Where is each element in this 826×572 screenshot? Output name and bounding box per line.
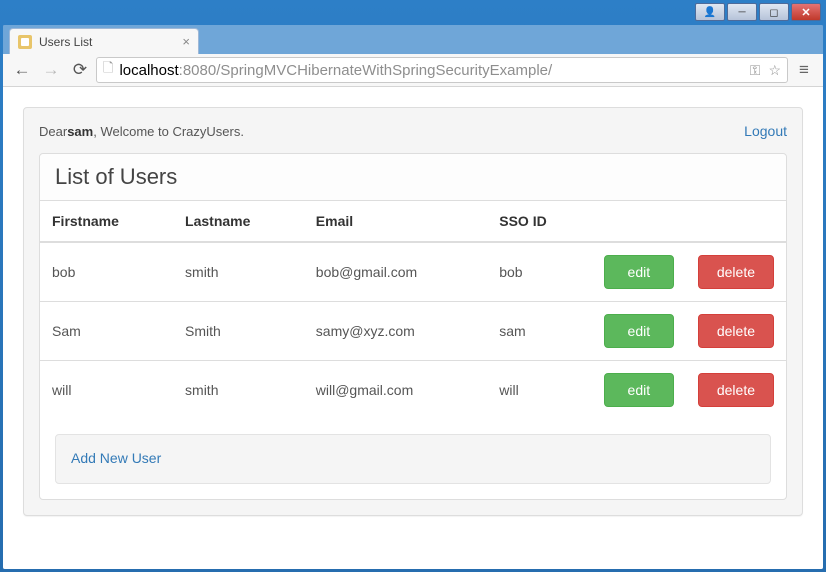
tab-title: Users List: [39, 35, 92, 49]
browser-tab[interactable]: Users List ×: [9, 28, 199, 54]
minimize-button[interactable]: [727, 3, 757, 21]
os-window: Users List × ← → ⟳ 🗋 localhost :8080 /Sp…: [0, 0, 826, 572]
user-switch-button[interactable]: [695, 3, 725, 21]
users-panel: List of Users Firstname Lastname Email S…: [39, 153, 787, 500]
logout-link[interactable]: Logout: [744, 123, 787, 139]
cell-ssoid: sam: [487, 302, 592, 361]
col-edit: [592, 201, 686, 242]
tab-strip: Users List ×: [3, 25, 823, 54]
edit-button[interactable]: edit: [604, 255, 674, 289]
outer-panel: Dear sam , Welcome to CrazyUsers. Logout…: [23, 107, 803, 516]
favicon-icon: [18, 35, 32, 49]
delete-button[interactable]: delete: [698, 314, 774, 348]
cell-firstname: will: [40, 361, 173, 420]
add-user-well: Add New User: [55, 434, 771, 484]
col-firstname: Firstname: [40, 201, 173, 242]
greeting-row: Dear sam , Welcome to CrazyUsers. Logout: [39, 123, 787, 139]
cell-email: bob@gmail.com: [304, 242, 487, 302]
delete-button[interactable]: delete: [698, 255, 774, 289]
hamburger-menu-icon[interactable]: ≡: [791, 60, 817, 80]
greeting-suffix: , Welcome to CrazyUsers.: [93, 124, 244, 139]
tab-close-icon[interactable]: ×: [182, 34, 190, 49]
page-viewport: Dear sam , Welcome to CrazyUsers. Logout…: [3, 87, 823, 569]
col-ssoid: SSO ID: [487, 201, 592, 242]
table-row: will smith will@gmail.com will edit dele…: [40, 361, 786, 420]
address-bar[interactable]: 🗋 localhost :8080 /SpringMVCHibernateWit…: [96, 57, 788, 83]
cell-lastname: Smith: [173, 302, 304, 361]
cell-firstname: bob: [40, 242, 173, 302]
cell-lastname: smith: [173, 361, 304, 420]
table-row: bob smith bob@gmail.com bob edit delete: [40, 242, 786, 302]
url-path: /SpringMVCHibernateWithSpringSecurityExa…: [216, 62, 552, 79]
delete-button[interactable]: delete: [698, 373, 774, 407]
url-port: :8080: [179, 62, 217, 79]
cell-ssoid: bob: [487, 242, 592, 302]
window-titlebar: [3, 3, 823, 25]
cell-firstname: Sam: [40, 302, 173, 361]
credential-icon[interactable]: ⚿: [750, 62, 761, 79]
browser-frame: Users List × ← → ⟳ 🗋 localhost :8080 /Sp…: [3, 25, 823, 569]
cell-ssoid: will: [487, 361, 592, 420]
cell-email: will@gmail.com: [304, 361, 487, 420]
col-delete: [686, 201, 786, 242]
cell-lastname: smith: [173, 242, 304, 302]
reload-button[interactable]: ⟳: [67, 57, 93, 83]
table-row: Sam Smith samy@xyz.com sam edit delete: [40, 302, 786, 361]
add-user-link[interactable]: Add New User: [71, 450, 161, 466]
greeting-prefix: Dear: [39, 124, 67, 139]
bookmark-star-icon[interactable]: ☆: [768, 62, 781, 79]
table-header-row: Firstname Lastname Email SSO ID: [40, 201, 786, 242]
forward-button[interactable]: →: [38, 57, 64, 83]
cell-email: samy@xyz.com: [304, 302, 487, 361]
back-button[interactable]: ←: [9, 57, 35, 83]
edit-button[interactable]: edit: [604, 314, 674, 348]
col-lastname: Lastname: [173, 201, 304, 242]
url-host: localhost: [119, 62, 178, 79]
panel-heading: List of Users: [40, 154, 786, 201]
browser-toolbar: ← → ⟳ 🗋 localhost :8080 /SpringMVCHibern…: [3, 54, 823, 87]
maximize-button[interactable]: [759, 3, 789, 21]
users-table: Firstname Lastname Email SSO ID: [40, 201, 786, 419]
page-icon: 🗋: [103, 59, 113, 81]
edit-button[interactable]: edit: [604, 373, 674, 407]
col-email: Email: [304, 201, 487, 242]
greeting-username: sam: [67, 124, 93, 139]
close-window-button[interactable]: [791, 3, 821, 21]
